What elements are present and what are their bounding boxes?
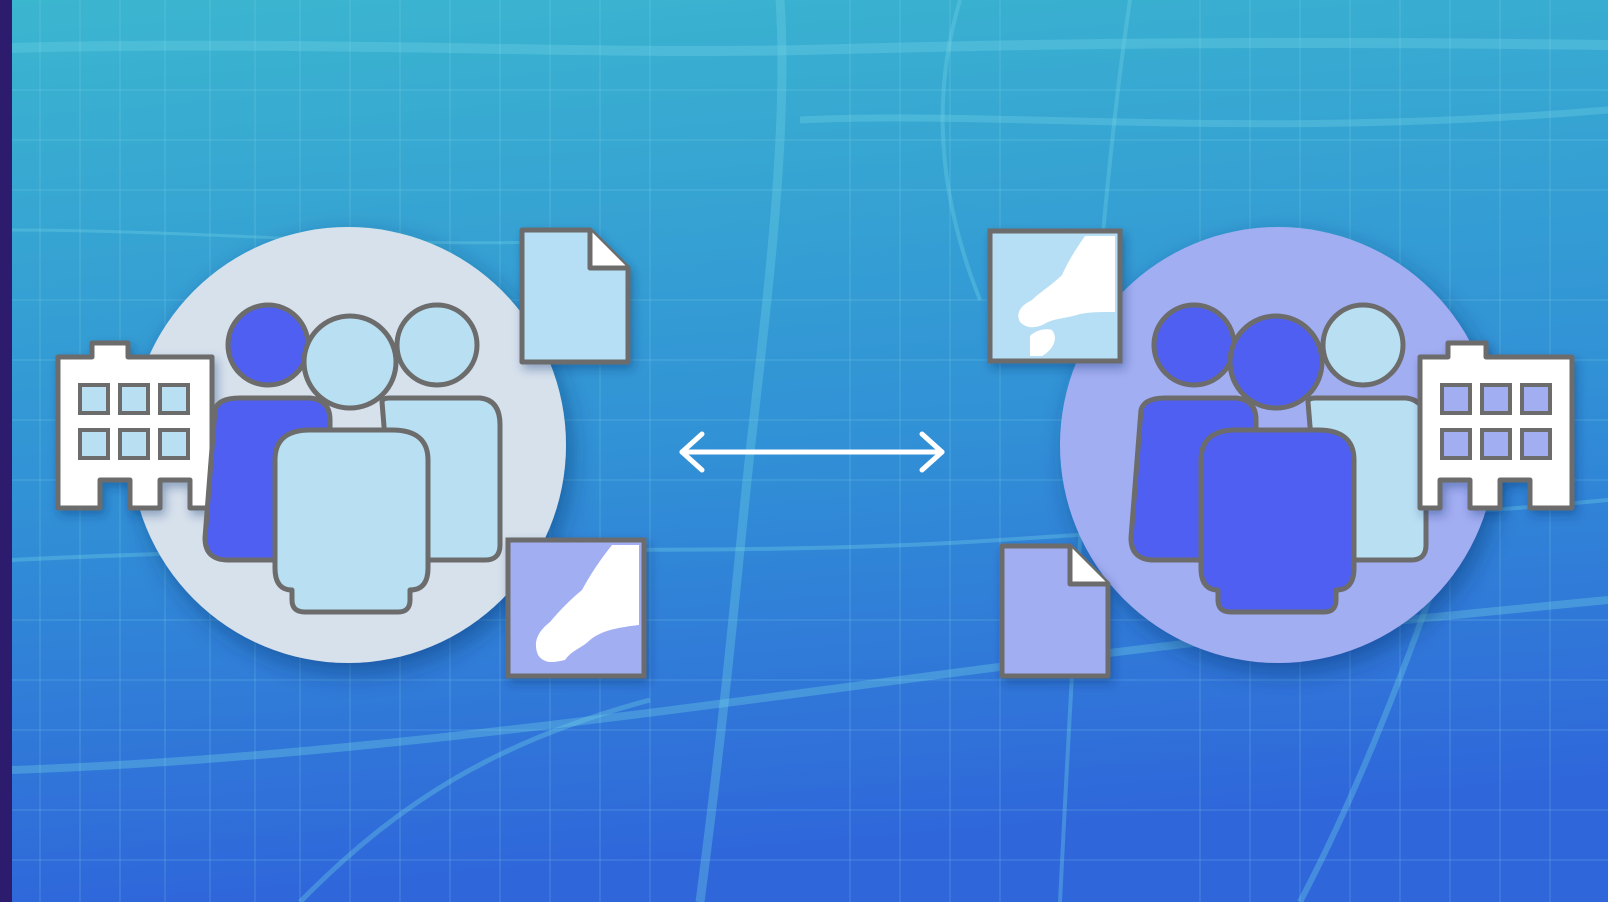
document-icon <box>999 543 1111 679</box>
map-tile-icon <box>505 537 647 679</box>
illustration-stage <box>0 0 1608 902</box>
document-icon <box>519 227 631 365</box>
illustration-canvas <box>0 0 1608 902</box>
map-tile-icon <box>987 228 1123 364</box>
left-edge-strip <box>0 0 12 902</box>
building-icon <box>55 340 215 511</box>
